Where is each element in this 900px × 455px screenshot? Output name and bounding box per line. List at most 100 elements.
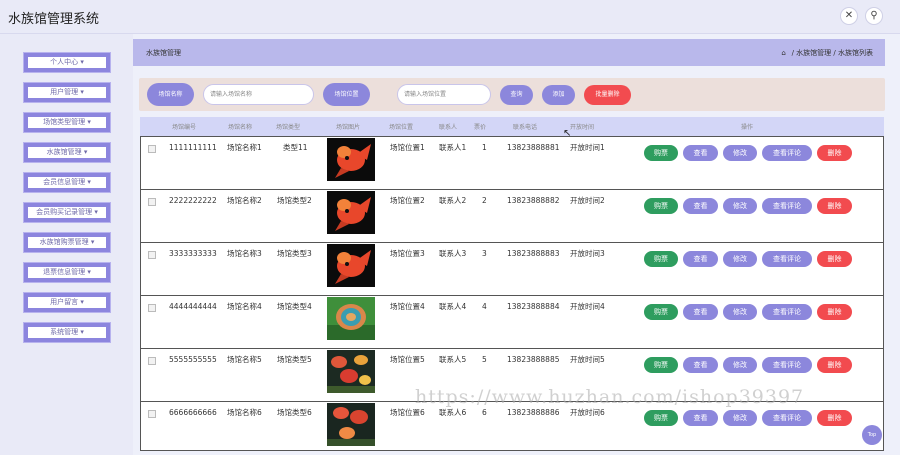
table-row: 1111111111 场馆名称1 类型11 场馆位置1 联系人1 1 13823… [141,137,883,190]
cell-contact: 联系人3 [439,249,467,258]
delete-button[interactable]: 删除 [817,410,852,426]
column-header-image[interactable]: 场馆图片 [336,122,360,131]
mouse-cursor-icon: ↖ [563,128,572,139]
cell-contact: 联系人2 [439,196,467,205]
cell-open-time: 开放时间2 [570,196,605,205]
home-icon[interactable]: ⌂ [781,49,789,57]
cell-phone: 13823888881 [507,143,560,152]
column-header-location[interactable]: 场馆位置 [389,122,413,131]
venue-image [327,403,375,446]
buy-ticket-button[interactable]: 购票 [644,410,678,426]
edit-button[interactable]: 修改 [723,410,757,426]
sidebar-item-aquarium-management[interactable]: 水族馆管理 ▾ [24,143,110,162]
sidebar-item-refund-info[interactable]: 退票信息管理 ▾ [24,263,110,282]
venue-image [327,244,375,287]
column-header-type[interactable]: 场馆类型 [276,122,300,131]
sidebar: 个人中心 ▾ 用户管理 ▾ 场馆类型管理 ▾ 水族馆管理 ▾ 会员信息管理 ▾ … [0,34,133,455]
fullscreen-icon[interactable]: ✕ [840,7,858,25]
back-to-top-button[interactable]: Top [862,425,882,445]
cell-id: 4444444444 [169,302,217,311]
buy-ticket-button[interactable]: 购票 [644,145,678,161]
view-reviews-button[interactable]: 查看评论 [762,145,812,161]
cell-id: 6666666666 [169,408,217,417]
view-reviews-button[interactable]: 查看评论 [762,304,812,320]
column-header-open-time[interactable]: 开放时间 [570,122,594,131]
cell-contact: 联系人6 [439,408,467,417]
view-reviews-button[interactable]: 查看评论 [762,410,812,426]
table-row: 3333333333 场馆名称3 场馆类型3 场馆位置3 联系人3 3 1382… [141,243,883,296]
buy-ticket-button[interactable]: 购票 [644,304,678,320]
cell-phone: 13823888886 [507,408,560,417]
buy-ticket-button[interactable]: 购票 [644,198,678,214]
edit-button[interactable]: 修改 [723,251,757,267]
cell-name: 场馆名称6 [227,408,262,417]
delete-button[interactable]: 删除 [817,145,852,161]
view-reviews-button[interactable]: 查看评论 [762,251,812,267]
venue-image [327,297,375,340]
sidebar-item-user-management[interactable]: 用户管理 ▾ [24,83,110,102]
top-bar: 水族馆管理系统 ✕ ⚲ [0,0,900,34]
delete-button[interactable]: 删除 [817,304,852,320]
table-row: 2222222222 场馆名称2 场馆类型2 场馆位置2 联系人2 2 1382… [141,190,883,243]
row-checkbox[interactable] [148,357,156,365]
row-checkbox[interactable] [148,198,156,206]
cell-price: 4 [482,302,487,311]
sidebar-item-system-management[interactable]: 系统管理 ▾ [24,323,110,342]
view-button[interactable]: 查看 [683,145,718,161]
buy-ticket-button[interactable]: 购票 [644,251,678,267]
cell-name: 场馆名称2 [227,196,262,205]
cell-contact: 联系人1 [439,143,467,152]
view-button[interactable]: 查看 [683,251,718,267]
cell-price: 3 [482,249,487,258]
column-header-id[interactable]: 场馆编号 [172,122,196,131]
sidebar-item-venue-type-management[interactable]: 场馆类型管理 ▾ [24,113,110,132]
cell-phone: 13823888884 [507,302,560,311]
row-checkbox[interactable] [148,251,156,259]
view-reviews-button[interactable]: 查看评论 [762,357,812,373]
column-header-actions: 操作 [741,124,754,131]
column-header-price[interactable]: 票价 [474,122,486,131]
view-reviews-button[interactable]: 查看评论 [762,198,812,214]
edit-button[interactable]: 修改 [723,357,757,373]
sidebar-item-ticket-management[interactable]: 水族馆购票管理 ▾ [24,233,110,252]
cell-location: 场馆位置4 [390,302,425,311]
view-button[interactable]: 查看 [683,410,718,426]
delete-button[interactable]: 删除 [817,251,852,267]
sidebar-item-member-purchase[interactable]: 会员购买记录管理 ▾ [24,203,110,222]
cell-id: 5555555555 [169,355,217,364]
view-button[interactable]: 查看 [683,304,718,320]
view-button[interactable]: 查看 [683,198,718,214]
row-checkbox[interactable] [148,145,156,153]
sidebar-item-user-messages[interactable]: 用户留言 ▾ [24,293,110,312]
edit-button[interactable]: 修改 [723,145,757,161]
edit-button[interactable]: 修改 [723,304,757,320]
row-checkbox[interactable] [148,304,156,312]
query-button[interactable]: 查询 [500,85,533,105]
search-bar: 场馆名称 请输入场馆名称 场馆位置 请输入场馆位置 查询 添加 批量删除 [139,78,885,111]
cell-price: 1 [482,143,487,152]
cell-type: 场馆类型2 [277,196,312,205]
cell-location: 场馆位置6 [390,408,425,417]
cell-open-time: 开放时间4 [570,302,605,311]
cell-type: 场馆类型3 [277,249,312,258]
venue-name-input[interactable]: 请输入场馆名称 [203,84,314,105]
column-header-phone[interactable]: 联系电话 [513,122,537,131]
sidebar-item-personal-center[interactable]: 个人中心 ▾ [24,53,110,72]
buy-ticket-button[interactable]: 购票 [644,357,678,373]
edit-button[interactable]: 修改 [723,198,757,214]
column-header-contact[interactable]: 联系人 [439,122,457,131]
batch-delete-button[interactable]: 批量删除 [584,85,631,105]
sidebar-item-member-info[interactable]: 会员信息管理 ▾ [24,173,110,192]
cell-id: 1111111111 [169,143,217,152]
view-button[interactable]: 查看 [683,357,718,373]
user-icon[interactable]: ⚲ [865,7,883,25]
add-button[interactable]: 添加 [542,85,575,105]
column-header-name[interactable]: 场馆名称 [228,122,252,131]
venue-location-input[interactable]: 请输入场馆位置 [397,84,491,105]
cell-location: 场馆位置3 [390,249,425,258]
page-header: 水族馆管理 ⌂ / 水族馆管理 / 水族馆列表 [133,39,885,66]
row-checkbox[interactable] [148,410,156,418]
delete-button[interactable]: 删除 [817,357,852,373]
delete-button[interactable]: 删除 [817,198,852,214]
table-row: 4444444444 场馆名称4 场馆类型4 场馆位置4 联系人4 4 1382… [141,296,883,349]
